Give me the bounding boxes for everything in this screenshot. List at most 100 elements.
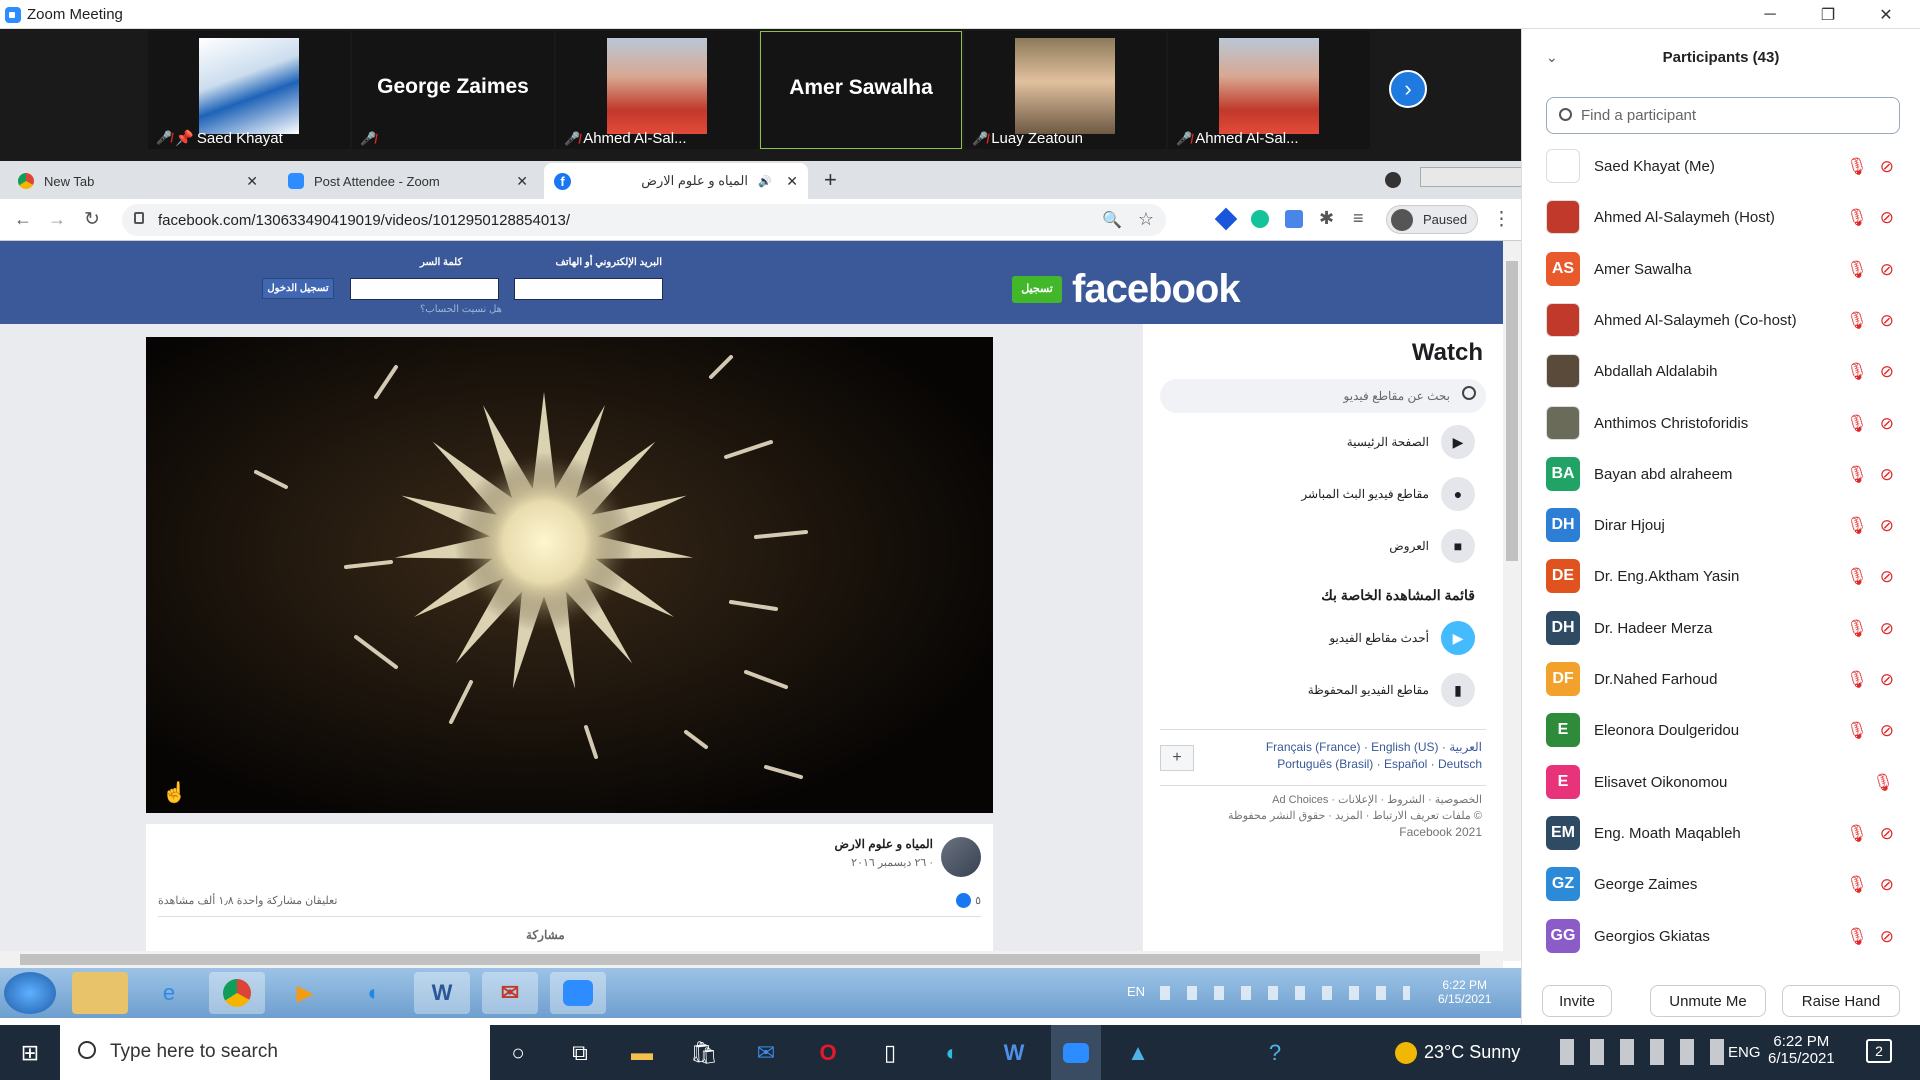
browser-menu-button[interactable]: ⋮	[1492, 208, 1511, 231]
tab-facebook-video[interactable]: f المياه و علوم الارض 🔊 ✕	[544, 163, 808, 199]
participant-row[interactable]: EM Eng. Moath Maqableh 🎙 ⊘	[1546, 810, 1900, 860]
input-language[interactable]: ENG	[1728, 1044, 1761, 1061]
video-tile-ahmed[interactable]: 🎤̸ Ahmed Al-Sal...	[556, 31, 758, 149]
task-view-icon[interactable]: ⧉	[555, 1025, 605, 1080]
watch-menu-home[interactable]: الصفحة الرئيسية ▶	[1347, 425, 1475, 459]
participant-row[interactable]: DF Dr.Nahed Farhoud 🎙 ⊘	[1546, 656, 1900, 706]
maximize-button[interactable]: ❐	[1805, 0, 1851, 29]
participant-row[interactable]: GZ George Zaimes 🎙 ⊘	[1546, 861, 1900, 911]
edge-icon[interactable]: ◐	[346, 972, 402, 1014]
video-tile-george[interactable]: George Zaimes 🎤̸	[352, 31, 554, 149]
profile-button[interactable]: Paused	[1386, 205, 1478, 234]
pdf-icon[interactable]: ✉	[482, 972, 538, 1014]
input-language[interactable]: EN	[1127, 984, 1145, 999]
reading-list-icon[interactable]: ≡	[1353, 208, 1364, 229]
chrome-icon[interactable]	[209, 972, 265, 1014]
tab-search-icon[interactable]	[1385, 172, 1401, 188]
mail-icon[interactable]: ✉	[741, 1025, 791, 1080]
participant-row[interactable]: GG Georgios Gkiatas 🎙 ⊘	[1546, 913, 1900, 963]
back-button[interactable]: ←	[14, 209, 32, 230]
watch-search-input[interactable]: بحث عن مقاطع فيديو	[1160, 379, 1486, 413]
audio-playing-icon[interactable]: 🔊	[758, 175, 772, 188]
unmute-me-button[interactable]: Unmute Me	[1650, 985, 1766, 1017]
weather-text[interactable]: 23°C Sunny	[1424, 1042, 1520, 1063]
tab-new-tab[interactable]: New Tab ✕	[10, 163, 268, 199]
close-tab-icon[interactable]: ✕	[516, 173, 528, 190]
add-language-button[interactable]: +	[1160, 745, 1194, 771]
watch-menu-shows[interactable]: العروض ■	[1389, 529, 1475, 563]
bookmark-star-icon[interactable]: ☆	[1138, 209, 1154, 230]
media-player-icon[interactable]: ▶	[277, 972, 333, 1014]
reactions[interactable]: ٥	[956, 893, 981, 908]
page-scrollbar-horizontal[interactable]	[0, 951, 1503, 968]
close-tab-icon[interactable]: ✕	[786, 173, 798, 190]
participant-row[interactable]: E Eleonora Doulgeridou 🎙 ⊘	[1546, 707, 1900, 757]
minimize-button[interactable]: ─	[1747, 0, 1793, 29]
notifications-icon[interactable]: 2	[1866, 1039, 1892, 1063]
reload-button[interactable]: ↻	[84, 208, 100, 231]
raise-hand-button[interactable]: Raise Hand	[1782, 985, 1900, 1017]
tab-post-attendee[interactable]: Post Attendee - Zoom ✕	[280, 163, 538, 199]
language-line[interactable]: Français (France) · English (US) · العرب…	[1266, 739, 1482, 756]
store-icon[interactable]: 🛍	[679, 1025, 729, 1080]
opera-icon[interactable]: O	[803, 1025, 853, 1080]
grammarly-icon[interactable]	[1251, 210, 1269, 228]
page-scrollbar-vertical[interactable]	[1503, 241, 1521, 961]
close-button[interactable]: ✕	[1863, 0, 1909, 29]
weather-sun-icon[interactable]	[1395, 1042, 1417, 1064]
word-icon[interactable]: W	[414, 972, 470, 1014]
word-icon[interactable]: W	[989, 1025, 1039, 1080]
signup-button[interactable]: تسجيل	[1012, 276, 1062, 303]
explorer-icon[interactable]	[72, 972, 128, 1014]
clock[interactable]: 6:22 PM 6/15/2021	[1438, 978, 1491, 1006]
extensions-puzzle-icon[interactable]: ✱	[1319, 208, 1334, 229]
zoom-icon[interactable]	[550, 972, 606, 1014]
participant-row[interactable]: Saed Khayat (Me) 🎙 ⊘	[1546, 143, 1900, 193]
invite-button[interactable]: Invite	[1542, 985, 1612, 1017]
next-page-button[interactable]: ›	[1389, 70, 1427, 108]
tray-icons[interactable]	[1160, 986, 1410, 1000]
participant-row[interactable]: AS Amer Sawalha 🎙 ⊘	[1546, 246, 1900, 296]
video-tile-amer-active-speaker[interactable]: Amer Sawalha	[760, 31, 962, 149]
participant-row[interactable]: Anthimos Christoforidis 🎙 ⊘	[1546, 400, 1900, 450]
cortana-icon[interactable]: ○	[493, 1025, 543, 1080]
watch-menu-live[interactable]: مقاطع فيديو البث المباشر ●	[1301, 477, 1475, 511]
page-avatar[interactable]	[941, 837, 981, 877]
zoom-out-icon[interactable]: 🔍	[1102, 210, 1122, 230]
photos-icon[interactable]: ▲	[1113, 1025, 1163, 1080]
video-tile-luay[interactable]: 🎤̸ Luay Zeatoun	[964, 31, 1166, 149]
taskbar-search-box[interactable]: Type here to search	[60, 1025, 490, 1080]
video-tile-saed[interactable]: 🎤̸ 📌 Saed Khayat	[148, 31, 350, 149]
file-explorer-icon[interactable]: ▬	[617, 1025, 667, 1080]
participant-row[interactable]: Ahmed Al-Salaymeh (Host) 🎙 ⊘	[1546, 194, 1900, 244]
participant-search-input[interactable]: Find a participant	[1546, 97, 1900, 134]
login-button[interactable]: تسجيل الدخول	[262, 278, 334, 299]
participant-row[interactable]: DH Dr. Hadeer Merza 🎙 ⊘	[1546, 605, 1900, 655]
internet-explorer-icon[interactable]: e	[141, 972, 197, 1014]
password-field[interactable]	[350, 278, 499, 300]
windows-start-icon[interactable]: ⊞	[5, 1025, 55, 1080]
watchlist-saved[interactable]: مقاطع الفيديو المحفوظة ▮	[1308, 673, 1475, 707]
participant-row[interactable]: E Elisavet Oikonomou 🎙	[1546, 759, 1900, 809]
forgot-account-link[interactable]: هل نسيت الحساب؟	[420, 304, 502, 315]
system-tray-icons[interactable]	[1560, 1039, 1730, 1065]
share-button[interactable]: مشاركة	[526, 928, 565, 942]
video-tile-ahmed-2[interactable]: 🎤̸ Ahmed Al-Sal...	[1168, 31, 1370, 149]
close-tab-icon[interactable]: ✕	[246, 173, 258, 190]
new-tab-button[interactable]: +	[824, 167, 837, 193]
scrollbar-thumb[interactable]	[1506, 261, 1518, 561]
help-icon[interactable]: ?	[1250, 1025, 1300, 1080]
translate-icon[interactable]	[1285, 210, 1303, 228]
url-field[interactable]: facebook.com/130633490419019/videos/1012…	[122, 204, 1166, 236]
clock[interactable]: 6:22 PM 6/15/2021	[1768, 1033, 1835, 1067]
extension-icon[interactable]	[1214, 207, 1238, 231]
watchlist-latest[interactable]: أحدث مقاطع الفيديو ▶	[1329, 621, 1475, 655]
language-line[interactable]: Português (Brasil) · Español · Deutsch	[1266, 756, 1482, 773]
page-name[interactable]: المياه و علوم الارض	[834, 837, 933, 851]
participant-row[interactable]: DE Dr. Eng.Aktham Yasin 🎙 ⊘	[1546, 553, 1900, 603]
video-player[interactable]: ☝	[146, 337, 993, 813]
document-icon[interactable]: ▯	[865, 1025, 915, 1080]
participant-row[interactable]: Abdallah Aldalabih 🎙 ⊘	[1546, 348, 1900, 398]
email-field[interactable]	[514, 278, 663, 300]
start-orb-icon[interactable]	[4, 972, 56, 1014]
